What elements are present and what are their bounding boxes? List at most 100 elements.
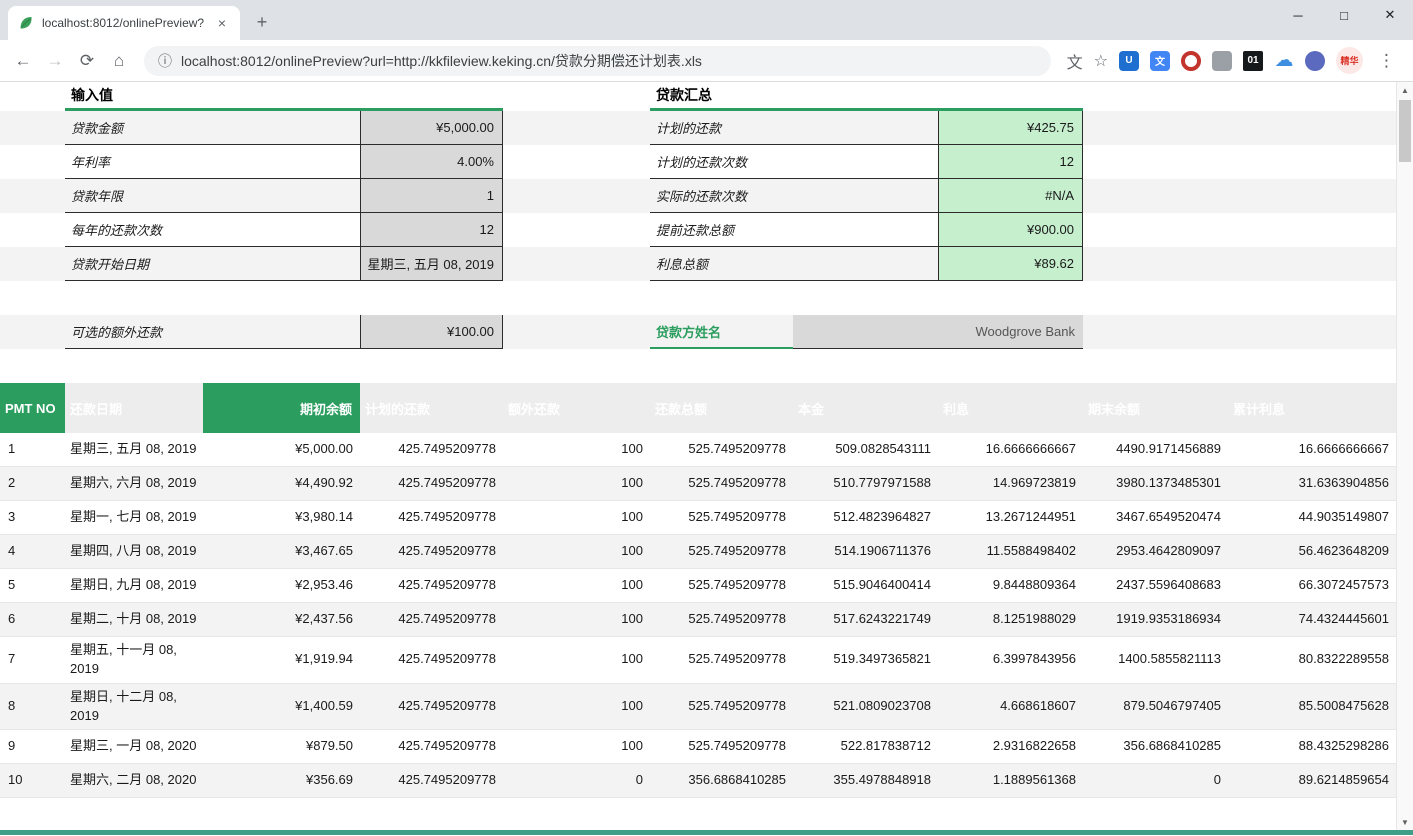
forward-icon[interactable]: → — [40, 46, 70, 76]
cell-ending-balance: 1400.5855821113 — [1083, 646, 1228, 673]
scroll-up-icon[interactable]: ▲ — [1397, 82, 1413, 98]
input-value: 星期三, 五月 08, 2019 — [360, 247, 503, 281]
translate-extension-icon[interactable]: 文 — [1150, 51, 1170, 71]
table-header-row: PMT NO 还款日期 期初余额 计划的还款 额外还款 还款总额 本金 利息 期… — [0, 383, 1396, 433]
table-row: 7 星期五, 十一月 08, 2019 ¥1,919.94 425.749520… — [0, 637, 1396, 684]
cell-beginning-balance: ¥4,490.92 — [203, 470, 360, 497]
new-tab-button[interactable]: + — [248, 8, 276, 36]
cell-total-payment: 356.6868410285 — [650, 767, 793, 794]
cell-total-payment: 525.7495209778 — [650, 538, 793, 565]
counter-badge-extension-icon[interactable]: 01 — [1243, 51, 1263, 71]
lender-name-value: Woodgrove Bank — [793, 315, 1083, 349]
back-icon[interactable]: ← — [8, 46, 38, 76]
cell-payment-date: 星期四, 八月 08, 2019 — [65, 538, 203, 565]
table-row: 4 星期四, 八月 08, 2019 ¥3,467.65 425.7495209… — [0, 535, 1396, 569]
cell-total-payment: 525.7495209778 — [650, 572, 793, 599]
tab-strip: localhost:8012/onlinePreview? × + ─ □ ✕ — [0, 0, 1413, 40]
cell-cumulative-interest: 74.4324445601 — [1228, 606, 1396, 633]
table-row: 9 星期三, 一月 08, 2020 ¥879.50 425.749520977… — [0, 730, 1396, 764]
cell-cumulative-interest: 85.5008475628 — [1228, 693, 1396, 720]
cell-scheduled-payment: 425.7495209778 — [360, 504, 503, 531]
cell-payment-date: 星期三, 五月 08, 2019 — [65, 436, 203, 463]
translate-icon[interactable]: 文 — [1067, 49, 1083, 73]
cell-pmt-no: 2 — [0, 470, 65, 497]
profile-avatar[interactable]: 精华 — [1336, 47, 1363, 74]
cell-extra-payment: 100 — [503, 538, 650, 565]
cell-principal: 514.1906711376 — [793, 538, 938, 565]
tab-title: localhost:8012/onlinePreview? — [42, 16, 206, 30]
input-value: 1 — [360, 179, 503, 213]
chrome-menu-icon[interactable]: ⋮ — [1374, 51, 1399, 71]
cell-interest: 4.668618607 — [938, 693, 1083, 720]
cell-ending-balance: 356.6868410285 — [1083, 733, 1228, 760]
cell-ending-balance: 879.5046797405 — [1083, 693, 1228, 720]
cell-principal: 512.4823964827 — [793, 504, 938, 531]
close-button[interactable]: ✕ — [1367, 0, 1413, 30]
cell-interest: 16.6666666667 — [938, 436, 1083, 463]
cell-payment-date: 星期一, 七月 08, 2019 — [65, 504, 203, 531]
cell-interest: 2.9316822658 — [938, 733, 1083, 760]
table-row: 8 星期日, 十二月 08, 2019 ¥1,400.59 425.749520… — [0, 684, 1396, 731]
cell-interest: 1.1889561368 — [938, 767, 1083, 794]
maximize-button[interactable]: □ — [1321, 0, 1367, 30]
cell-ending-balance: 0 — [1083, 767, 1228, 794]
cell-cumulative-interest: 88.4325298286 — [1228, 733, 1396, 760]
scroll-down-icon[interactable]: ▼ — [1397, 814, 1413, 830]
cell-total-payment: 525.7495209778 — [650, 733, 793, 760]
url-text[interactable]: localhost:8012/onlinePreview?url=http://… — [181, 51, 702, 71]
cell-pmt-no: 9 — [0, 733, 65, 760]
browser-toolbar: ← → ⟳ ⌂ ⓘ localhost:8012/onlinePreview?u… — [0, 40, 1413, 82]
cell-payment-date: 星期六, 二月 08, 2020 — [65, 767, 203, 794]
scrollbar-thumb[interactable] — [1399, 100, 1411, 162]
cell-interest: 6.3997843956 — [938, 646, 1083, 673]
reload-icon[interactable]: ⟳ — [72, 46, 102, 76]
cell-total-payment: 525.7495209778 — [650, 470, 793, 497]
col-header-cumulative-interest: 累计利息 — [1228, 383, 1396, 433]
opera-extension-icon[interactable] — [1181, 51, 1201, 71]
col-header-scheduled-payment: 计划的还款 — [360, 383, 503, 433]
cell-payment-date: 星期三, 一月 08, 2020 — [65, 733, 203, 760]
col-header-payment-date: 还款日期 — [65, 383, 203, 433]
cell-payment-date: 星期五, 十一月 08, 2019 — [65, 637, 203, 683]
cell-payment-date: 星期日, 九月 08, 2019 — [65, 572, 203, 599]
cell-beginning-balance: ¥356.69 — [203, 767, 360, 794]
input-value: 12 — [360, 213, 503, 247]
cell-extra-payment: 100 — [503, 733, 650, 760]
cell-scheduled-payment: 425.7495209778 — [360, 470, 503, 497]
minimize-button[interactable]: ─ — [1275, 0, 1321, 30]
spreadsheet-preview: 输入值 贷款汇总 贷款金额 ¥5,000.00 计划的还款 ¥425.75 年利… — [0, 82, 1396, 798]
vertical-scrollbar[interactable]: ▲ ▼ — [1396, 82, 1413, 830]
cell-ending-balance: 3467.6549520474 — [1083, 504, 1228, 531]
cell-extra-payment: 100 — [503, 646, 650, 673]
tab-close-icon[interactable]: × — [214, 15, 230, 31]
cell-scheduled-payment: 425.7495209778 — [360, 538, 503, 565]
cell-beginning-balance: ¥1,919.94 — [203, 646, 360, 673]
address-bar[interactable]: ⓘ localhost:8012/onlinePreview?url=http:… — [144, 46, 1051, 76]
browser-tab[interactable]: localhost:8012/onlinePreview? × — [8, 6, 240, 40]
bird-extension-icon[interactable] — [1305, 51, 1325, 71]
amortization-table-body: 1 星期三, 五月 08, 2019 ¥5,000.00 425.7495209… — [0, 433, 1396, 798]
cell-ending-balance: 2953.4642809097 — [1083, 538, 1228, 565]
cell-principal: 519.3497365821 — [793, 646, 938, 673]
shield-extension-icon[interactable]: U — [1119, 51, 1139, 71]
table-row: 1 星期三, 五月 08, 2019 ¥5,000.00 425.7495209… — [0, 433, 1396, 467]
cell-pmt-no: 5 — [0, 572, 65, 599]
input-value: ¥100.00 — [360, 315, 503, 349]
cell-principal: 509.0828543111 — [793, 436, 938, 463]
col-header-extra-payment: 额外还款 — [503, 383, 650, 433]
cell-extra-payment: 100 — [503, 693, 650, 720]
browser-window: localhost:8012/onlinePreview? × + ─ □ ✕ … — [0, 0, 1413, 836]
summary-section-title: 贷款汇总 — [650, 82, 1083, 111]
sheet-row: 贷款年限 1 实际的还款次数 #N/A — [0, 179, 1396, 213]
gray-extension-icon[interactable] — [1212, 51, 1232, 71]
toolbar-right-icons: 文 ☆ U 文 01 ☁ 精华 ⋮ — [1061, 47, 1405, 74]
preview-page: 输入值 贷款汇总 贷款金额 ¥5,000.00 计划的还款 ¥425.75 年利… — [0, 82, 1413, 835]
page-info-icon[interactable]: ⓘ — [158, 51, 172, 71]
bookmark-star-icon[interactable]: ☆ — [1094, 51, 1108, 71]
cloud-extension-icon[interactable]: ☁ — [1274, 51, 1294, 71]
col-header-ending-balance: 期末余额 — [1083, 383, 1228, 433]
cell-cumulative-interest: 31.6363904856 — [1228, 470, 1396, 497]
cell-principal: 515.9046400414 — [793, 572, 938, 599]
blank-row — [0, 349, 1396, 383]
home-icon[interactable]: ⌂ — [104, 46, 134, 76]
